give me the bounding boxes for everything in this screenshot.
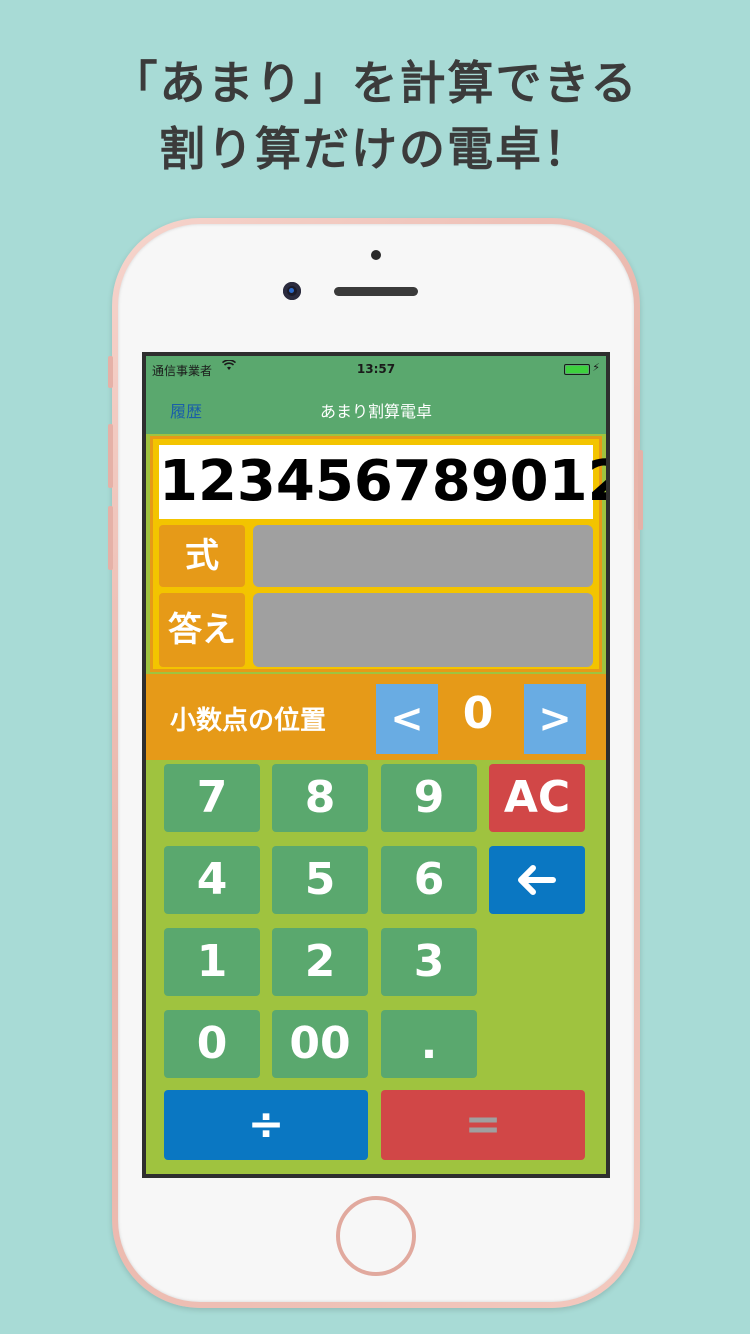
- charge-icon: ⚡: [592, 361, 600, 374]
- number-display: 123456789012: [159, 445, 606, 519]
- volume-up-button: [108, 424, 113, 488]
- decimal-position-value: 0: [462, 688, 494, 739]
- key-0[interactable]: 0: [164, 1010, 260, 1078]
- key-6[interactable]: 6: [381, 846, 477, 914]
- expression-label: 式: [159, 525, 245, 587]
- headline-line-2: 割り算だけの電卓！: [159, 122, 591, 176]
- battery-icon: [564, 364, 590, 375]
- all-clear-button[interactable]: AC: [489, 764, 585, 832]
- key-1[interactable]: 1: [164, 928, 260, 996]
- key-5[interactable]: 5: [272, 846, 368, 914]
- key-decimal-point[interactable]: .: [381, 1010, 477, 1078]
- key-7[interactable]: 7: [164, 764, 260, 832]
- answer-field: [253, 593, 593, 667]
- headline-line-1: 「あまり」を計算できる: [111, 56, 639, 110]
- left-arrow-icon: [518, 865, 556, 895]
- key-3[interactable]: 3: [381, 928, 477, 996]
- answer-label: 答え: [159, 593, 245, 667]
- status-bar: 通信事業者 13:57 ⚡: [146, 356, 606, 382]
- power-button: [638, 450, 643, 530]
- key-9[interactable]: 9: [381, 764, 477, 832]
- key-8[interactable]: 8: [272, 764, 368, 832]
- divide-button[interactable]: ÷: [164, 1090, 368, 1160]
- front-camera-icon: [283, 282, 301, 300]
- decimal-increase-button[interactable]: >: [524, 684, 586, 754]
- page-title: あまり割算電卓: [319, 402, 432, 421]
- decimal-position-bar: 小数点の位置 < 0 >: [146, 674, 606, 760]
- decimal-decrease-button[interactable]: <: [376, 684, 438, 754]
- headline: 「あまり」を計算できる 割り算だけの電卓！: [0, 50, 750, 182]
- key-00[interactable]: 00: [272, 1010, 368, 1078]
- display-panel: 123456789012 式 答え: [150, 436, 606, 672]
- volume-down-button: [108, 506, 113, 570]
- proximity-sensor: [371, 250, 381, 260]
- key-2[interactable]: 2: [272, 928, 368, 996]
- home-button[interactable]: [336, 1196, 416, 1276]
- phone-screen: 通信事業者 13:57 ⚡ 履歴 あまり割算電卓 123456789012 式 …: [142, 352, 610, 1178]
- earpiece-speaker: [334, 287, 418, 296]
- navigation-bar: 履歴 あまり割算電卓: [146, 382, 606, 434]
- key-4[interactable]: 4: [164, 846, 260, 914]
- status-time: 13:57: [356, 362, 396, 376]
- mute-switch: [108, 356, 113, 388]
- expression-field: [253, 525, 593, 587]
- app-screen: 通信事業者 13:57 ⚡ 履歴 あまり割算電卓 123456789012 式 …: [146, 356, 606, 1174]
- equals-button[interactable]: =: [381, 1090, 585, 1160]
- decimal-position-label: 小数点の位置: [170, 706, 327, 736]
- backspace-button[interactable]: [489, 846, 585, 914]
